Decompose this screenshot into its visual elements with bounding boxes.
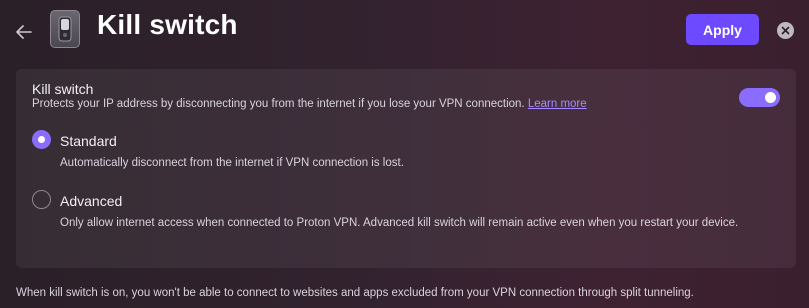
close-button[interactable] — [777, 22, 794, 39]
header: Kill switch Apply — [0, 0, 809, 60]
back-button[interactable] — [12, 20, 36, 44]
split-tunneling-note: When kill switch is on, you won't be abl… — [16, 287, 694, 299]
close-icon — [781, 26, 790, 35]
kill-switch-app-icon — [50, 10, 80, 48]
kill-switch-card: Kill switch Protects your IP address by … — [16, 69, 796, 268]
radio-dot — [38, 136, 45, 143]
standard-description: Automatically disconnect from the intern… — [60, 157, 404, 169]
learn-more-link[interactable]: Learn more — [528, 98, 587, 110]
toggle-knob — [765, 92, 776, 103]
advanced-description: Only allow internet access when connecte… — [60, 217, 739, 229]
kill-switch-description: Protects your IP address by disconnectin… — [32, 98, 587, 110]
apply-button[interactable]: Apply — [686, 14, 759, 45]
kill-switch-title: Kill switch — [32, 81, 94, 97]
advanced-label[interactable]: Advanced — [60, 193, 122, 209]
advanced-radio[interactable] — [32, 190, 51, 209]
standard-label[interactable]: Standard — [60, 133, 117, 149]
standard-radio[interactable] — [32, 130, 51, 149]
page-title: Kill switch — [97, 9, 238, 40]
switch-icon — [58, 16, 72, 42]
kill-switch-toggle[interactable] — [739, 88, 780, 107]
arrow-left-icon — [16, 25, 32, 39]
kill-switch-description-text: Protects your IP address by disconnectin… — [32, 98, 525, 110]
